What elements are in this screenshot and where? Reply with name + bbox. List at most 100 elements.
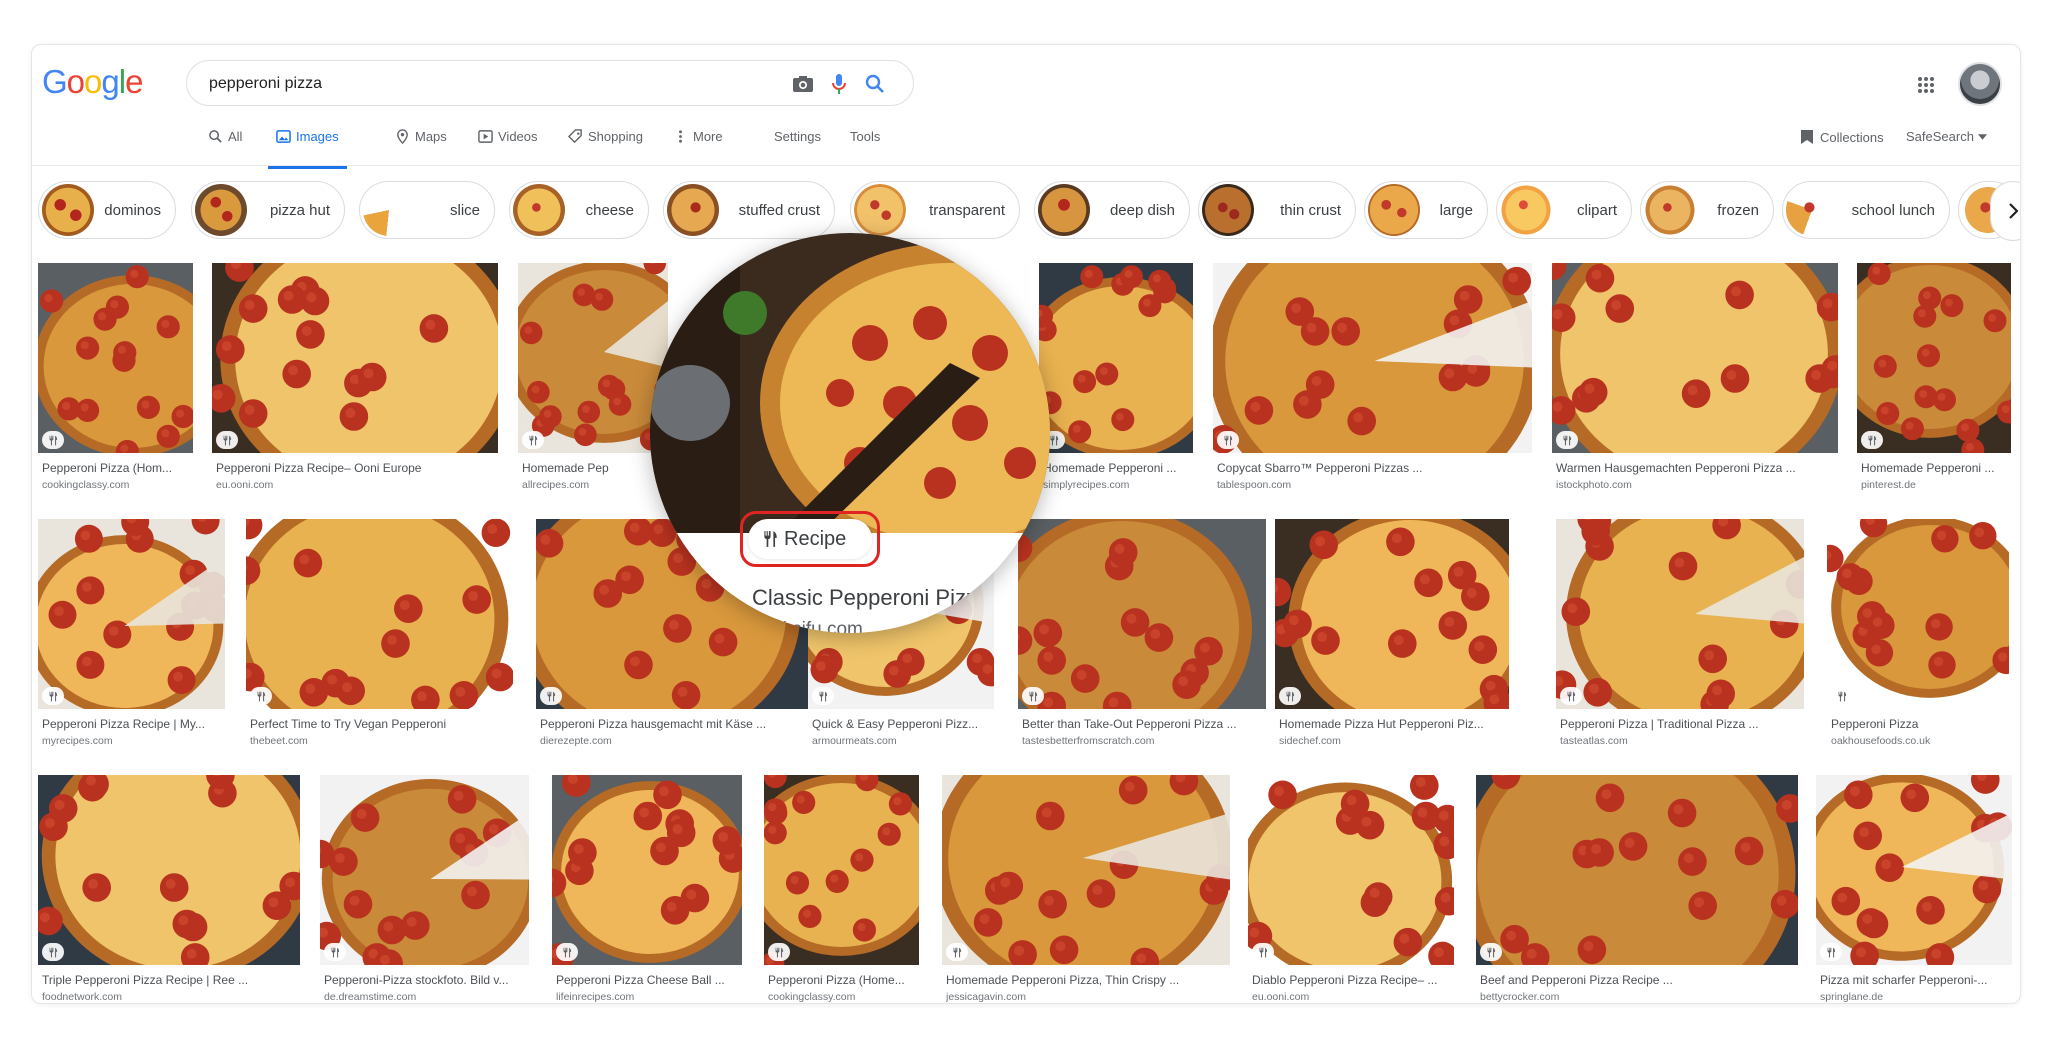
result-title[interactable]: Homemade Pepperoni ... [1861,461,2009,475]
chip-frozen[interactable]: frozen [1640,181,1774,239]
pizza-image[interactable] [1816,775,2012,965]
result-title[interactable]: Quick & Easy Pepperoni Pizz... [812,717,992,731]
image-result[interactable]: Copycat Sbarro™ Pepperoni Pizzas ... tabl… [1213,263,1532,495]
result-title[interactable]: Diablo Pepperoni Pizza Recipe– ... [1252,973,1452,987]
pizza-image[interactable] [38,519,225,709]
result-title[interactable]: Homemade Pepperoni ... [1043,461,1191,475]
pizza-image[interactable] [1827,519,2009,709]
result-title[interactable]: Warmen Hausgemachten Pepperoni Pizza ... [1556,461,1836,475]
tab-more[interactable]: More [673,129,723,169]
collections-link[interactable]: Collections [1800,129,1884,145]
result-title[interactable]: Pepperoni Pizza (Home... [768,973,917,987]
pizza-image[interactable] [552,775,742,965]
pizza-image[interactable] [764,775,919,965]
pizza-image[interactable] [1213,263,1532,453]
image-result[interactable]: Homemade Pepperoni ... pinterest.de [1857,263,2011,495]
chip-clipart[interactable]: clipart [1496,181,1632,239]
pizza-image[interactable] [320,775,529,965]
result-title[interactable]: Homemade Pizza Hut Pepperoni Piz... [1279,717,1507,731]
search-input[interactable] [207,71,771,97]
result-title[interactable]: Pepperoni Pizza hausgemacht mit Käse ... [540,717,806,731]
result-title[interactable]: Triple Pepperoni Pizza Recipe | Ree ... [42,973,298,987]
image-result[interactable]: Pepperoni-Pizza stockfoto. Bild v... de.d… [320,775,529,1003]
pizza-image[interactable] [1039,263,1193,453]
image-result[interactable]: Pizza mit scharfer Pepperoni-... springla… [1816,775,2012,1003]
chip-school-lunch[interactable]: school lunch [1782,181,1950,239]
chip-cheese[interactable]: cheese [509,181,649,239]
tab-videos[interactable]: Videos [478,129,538,169]
pizza-thumbnail [42,184,94,236]
pizza-image[interactable] [1275,519,1509,709]
settings-link[interactable]: Settings [774,129,821,144]
image-result[interactable]: Pepperoni Pizza oakhousefoods.co.uk [1827,519,2009,751]
pizza-image[interactable] [942,775,1230,965]
image-result[interactable]: Perfect Time to Try Vegan Pepperoni thebe… [246,519,513,751]
chip-dominos[interactable]: dominos [38,181,176,239]
result-title[interactable]: Pizza mit scharfer Pepperoni-... [1820,973,2010,987]
image-result[interactable]: Pepperoni Pizza | Traditional Pizza ... t… [1556,519,1804,751]
result-title[interactable]: Pepperoni Pizza Cheese Ball ... [556,973,740,987]
image-result[interactable]: Better than Take-Out Pepperoni Pizza ...… [1018,519,1266,751]
chip-label: slice [449,201,480,219]
pizza-image[interactable] [518,263,668,453]
image-result[interactable]: Pepperoni Pizza Recipe– Ooni Europe eu.oo… [212,263,498,495]
chip-slice[interactable]: slice [359,181,495,239]
result-title[interactable]: Homemade Pepperoni Pizza, Thin Crispy ..… [946,973,1228,987]
result-title[interactable]: Pepperoni Pizza | Traditional Pizza ... [1560,717,1802,731]
pizza-image[interactable] [212,263,498,453]
result-source: pinterest.de [1861,479,1916,491]
chip-large[interactable]: large [1364,181,1488,239]
result-title[interactable]: Better than Take-Out Pepperoni Pizza ... [1022,717,1264,731]
pizza-image[interactable] [1476,775,1798,965]
tools-link[interactable]: Tools [850,129,880,144]
image-result[interactable]: Homemade Pepperoni Pizza, Thin Crispy ..… [942,775,1230,1003]
result-title[interactable]: Perfect Time to Try Vegan Pepperoni [250,717,511,731]
tab-maps[interactable]: Maps [395,129,447,169]
pizza-image[interactable] [1248,775,1454,965]
result-title[interactable]: Copycat Sbarro™ Pepperoni Pizzas ... [1217,461,1530,475]
avatar[interactable] [1958,62,2002,106]
chip-thin-crust[interactable]: thin crust [1198,181,1356,239]
microphone-icon[interactable] [827,72,851,96]
chip-transparent[interactable]: transparent [850,181,1020,239]
image-result[interactable]: Homemade Pepperoni ... simplyrecipes.com [1039,263,1193,495]
image-result[interactable]: Homemade Pep allrecipes.com [518,263,668,495]
result-source: allrecipes.com [522,479,590,491]
chip-pizza-hut[interactable]: pizza hut [191,181,345,239]
chip-stuffed-crust[interactable]: stuffed crust [663,181,835,239]
image-result[interactable]: Pepperoni Pizza (Hom... cookingclassy.com [38,263,193,495]
chip-deep-dish[interactable]: deep dish [1034,181,1190,239]
pizza-image[interactable] [1556,519,1804,709]
result-title[interactable]: Beef and Pepperoni Pizza Recipe ... [1480,973,1796,987]
pizza-image[interactable] [38,263,193,453]
apps-grid-icon[interactable] [1916,75,1936,95]
safesearch-menu[interactable]: SafeSearch [1906,129,1987,144]
image-result[interactable]: Pepperoni Pizza (Home... cookingclassy.co… [764,775,919,1003]
pizza-image[interactable] [1552,263,1838,453]
image-result[interactable]: Diablo Pepperoni Pizza Recipe– ... eu.oon… [1248,775,1454,1003]
result-title[interactable]: Pepperoni Pizza Recipe– Ooni Europe [216,461,496,475]
result-title[interactable]: Homemade Pep [522,461,666,475]
pizza-image[interactable] [38,775,300,965]
result-title[interactable]: Pepperoni Pizza [1831,717,2007,731]
tab-all[interactable]: All [208,129,242,169]
image-result[interactable]: Pepperoni Pizza Cheese Ball ... lifeinrec… [552,775,742,1003]
magnified-result-title[interactable]: Classic Pepperoni Pizza - C [752,585,1025,611]
image-result[interactable]: Beef and Pepperoni Pizza Recipe ... betty… [1476,775,1798,1003]
chips-next-button[interactable] [1990,181,2020,241]
camera-icon[interactable] [791,72,815,96]
result-title[interactable]: Pepperoni-Pizza stockfoto. Bild v... [324,973,527,987]
pizza-image[interactable] [1857,263,2011,453]
pizza-image[interactable] [1018,519,1266,709]
image-result[interactable]: Triple Pepperoni Pizza Recipe | Ree ... f… [38,775,300,1003]
pizza-image[interactable] [246,519,513,709]
google-logo[interactable]: Google [42,63,143,101]
tab-images[interactable]: Images [268,129,347,169]
tab-shopping[interactable]: Shopping [568,129,643,169]
image-result[interactable]: Homemade Pizza Hut Pepperoni Piz... sidec… [1275,519,1509,751]
result-title[interactable]: Pepperoni Pizza Recipe | My... [42,717,223,731]
search-icon[interactable] [863,72,887,96]
result-title[interactable]: Pepperoni Pizza (Hom... [42,461,191,475]
image-result[interactable]: Pepperoni Pizza Recipe | My... myrecipes.… [38,519,225,751]
image-result[interactable]: Warmen Hausgemachten Pepperoni Pizza ...… [1552,263,1838,495]
